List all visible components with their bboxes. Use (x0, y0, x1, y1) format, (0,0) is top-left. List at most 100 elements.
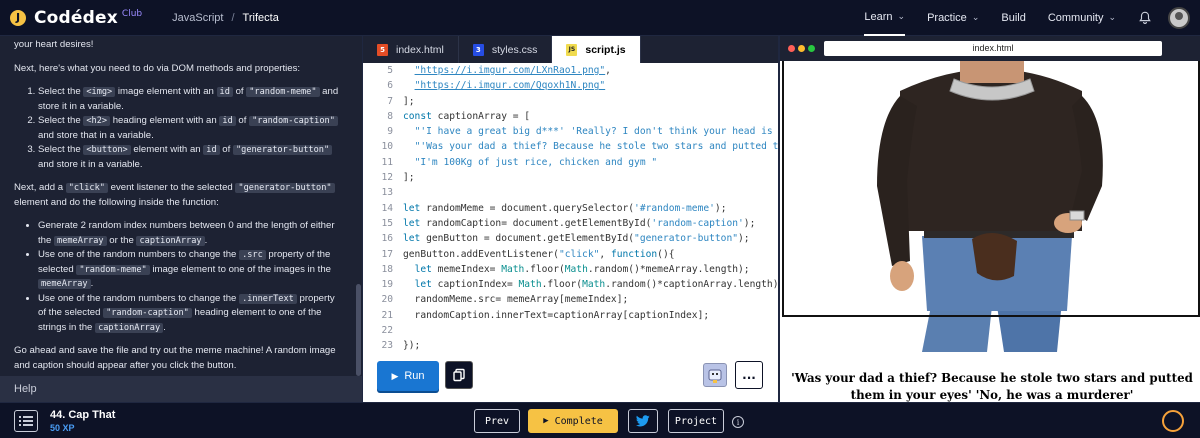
tab-styles-css[interactable]: 3 styles.css (459, 36, 553, 63)
editor-toolbar: ▶ Run ... (363, 355, 779, 402)
code-line[interactable]: 7]; (363, 94, 779, 109)
breadcrumb-course[interactable]: JavaScript (172, 12, 223, 24)
inline-code: id (219, 116, 236, 126)
text: image element with an (115, 86, 217, 97)
inline-code: id (216, 87, 233, 97)
avatar[interactable] (1168, 7, 1190, 29)
line-number: 7 (387, 95, 393, 107)
code-text: }); (403, 340, 421, 352)
steps-list: Select the <img> image element with an i… (14, 85, 344, 172)
nav-practice[interactable]: Practice ⌄ (927, 0, 979, 36)
code-line[interactable]: 5 "https://i.imgur.com/LXnRao1.png", (363, 63, 779, 78)
copy-code-button[interactable] (445, 361, 473, 389)
inline-code: "random-caption" (249, 116, 338, 126)
line-number: 19 (381, 279, 393, 291)
run-button[interactable]: ▶ Run (377, 361, 439, 391)
lesson-xp: 50 XP (50, 423, 75, 433)
prev-button[interactable]: Prev (474, 409, 520, 433)
text: Use one of the random numbers to change … (38, 249, 240, 260)
file-tabs: 5 index.html 3 styles.css JS script.js (363, 36, 779, 63)
lesson-content: your heart desires! Next, here's what yo… (14, 36, 344, 373)
code-line[interactable]: 20 randomMeme.src= memeArray[memeIndex]; (363, 292, 779, 307)
code-line[interactable]: 22 (363, 323, 779, 338)
tab-label: index.html (396, 43, 444, 56)
list-item: Select the <button> element with an id o… (38, 143, 344, 172)
mascot-helper-button[interactable] (703, 363, 727, 387)
code-line[interactable]: 13 (363, 185, 779, 200)
logo-badge: J (10, 9, 26, 26)
code-line[interactable]: 9 "'I have a great big d***' 'Really? I … (363, 124, 779, 139)
code-line[interactable]: 17 genButton.addEventListener("click", fu… (363, 247, 779, 262)
code-line[interactable]: 10 "'Was your dad a thief? Because he st… (363, 139, 779, 154)
nav-build-label: Build (1001, 12, 1026, 24)
nav-build[interactable]: Build (1001, 0, 1025, 36)
breadcrumb-separator: / (231, 11, 235, 24)
code-line[interactable]: 11 "I'm 100Kg of just rice, chicken and … (363, 155, 779, 170)
help-button[interactable]: Help (0, 376, 362, 402)
lesson-paragraph: your heart desires! (14, 39, 94, 50)
line-number: 11 (381, 156, 393, 168)
run-label: Run (404, 370, 425, 382)
inline-code: <button> (83, 145, 131, 155)
tab-label: styles.css (491, 43, 538, 56)
code-line[interactable]: 16 let genButton = document.getElementByI… (363, 231, 779, 246)
nav-menu: Learn ⌄ Practice ⌄ Build Community ⌄ (864, 0, 1200, 36)
code-text: ]; (403, 172, 415, 184)
lesson-scrollbar-thumb[interactable] (356, 284, 361, 376)
code-text: const captionArray = [ (403, 110, 531, 122)
line-number: 16 (381, 233, 393, 245)
chevron-down-icon: ⌄ (971, 13, 980, 23)
nav-community[interactable]: Community ⌄ (1048, 0, 1116, 36)
random-meme-image (782, 61, 1200, 352)
code-text: "'Was your dad a thief? Because he stole… (414, 141, 779, 153)
text: . (90, 278, 94, 289)
code-line[interactable]: 18 let memeIndex= Math.floor(Math.random… (363, 262, 779, 277)
list-icon (19, 416, 33, 426)
more-options-button[interactable]: ... (735, 361, 763, 389)
inline-code: .innerText (239, 293, 297, 304)
logo[interactable]: J Codédex Club (10, 8, 142, 28)
code-line[interactable]: 14 let randomMeme = document.querySelecto… (363, 201, 779, 216)
inline-code: captionArray (95, 322, 164, 333)
info-icon[interactable]: i (732, 416, 744, 428)
text: Use one of the random numbers to change … (38, 292, 240, 304)
random-caption: 'Was your dad a thief? Because he stole … (791, 371, 1193, 402)
url-bar[interactable]: index.html (824, 41, 1162, 56)
nav-community-label: Community (1047, 12, 1104, 24)
code-line[interactable]: 21 randomCaption.innerText=captionArray[… (363, 308, 779, 323)
tab-script-js[interactable]: JS script.js (552, 36, 641, 63)
bottom-bar: 44. Cap That 50 XP Prev ▶ Complete Proje… (0, 402, 1200, 438)
code-line[interactable]: 15 let randomCaption= document.getElement… (363, 216, 779, 231)
text: Next, add a (14, 182, 66, 193)
bell-icon[interactable] (1138, 11, 1152, 25)
list-item: Use one of the random numbers to change … (38, 292, 344, 336)
text: . (163, 321, 166, 333)
code-text: let randomCaption= document.getElementBy… (403, 217, 756, 229)
code-line[interactable]: 12]; (363, 170, 779, 185)
complete-button[interactable]: ▶ Complete (528, 409, 618, 433)
inline-code: memeArray (54, 235, 107, 246)
line-number: 13 (381, 187, 393, 199)
js-file-icon: JS (566, 43, 578, 56)
project-button[interactable]: Project (668, 409, 724, 433)
lesson-menu-button[interactable] (14, 410, 38, 432)
code-line[interactable]: 19 let captionIndex= Math.floor(Math.ran… (363, 277, 779, 292)
code-text: randomMeme.src= memeArray[memeIndex]; (403, 294, 629, 306)
tab-index-html[interactable]: 5 index.html (363, 36, 459, 63)
code-area[interactable]: 5 "https://i.imgur.com/LXnRao1.png", 6 "h… (363, 63, 779, 355)
meme-illustration (877, 61, 1103, 352)
chevron-down-icon: ⌄ (1108, 13, 1116, 23)
code-line[interactable]: 23}); (363, 338, 779, 353)
code-line[interactable]: 6 "https://i.imgur.com/Qqoxh1N.png" (363, 78, 779, 93)
twitter-share-button[interactable] (628, 409, 658, 433)
line-number: 12 (381, 172, 393, 184)
inline-code: .src (239, 250, 266, 260)
code-text: genButton.addEventListener("click", func… (403, 248, 675, 260)
code-text: let captionIndex= Math.floor(Math.random… (414, 279, 779, 291)
code-line[interactable]: 8 const captionArray = [ (363, 109, 779, 124)
nav-learn[interactable]: Learn ⌄ (864, 0, 906, 36)
line-number: 5 (387, 65, 393, 76)
lesson-title: 44. Cap That (50, 409, 116, 421)
inline-code: "generator-button" (232, 145, 333, 155)
line-number: 22 (381, 325, 393, 337)
